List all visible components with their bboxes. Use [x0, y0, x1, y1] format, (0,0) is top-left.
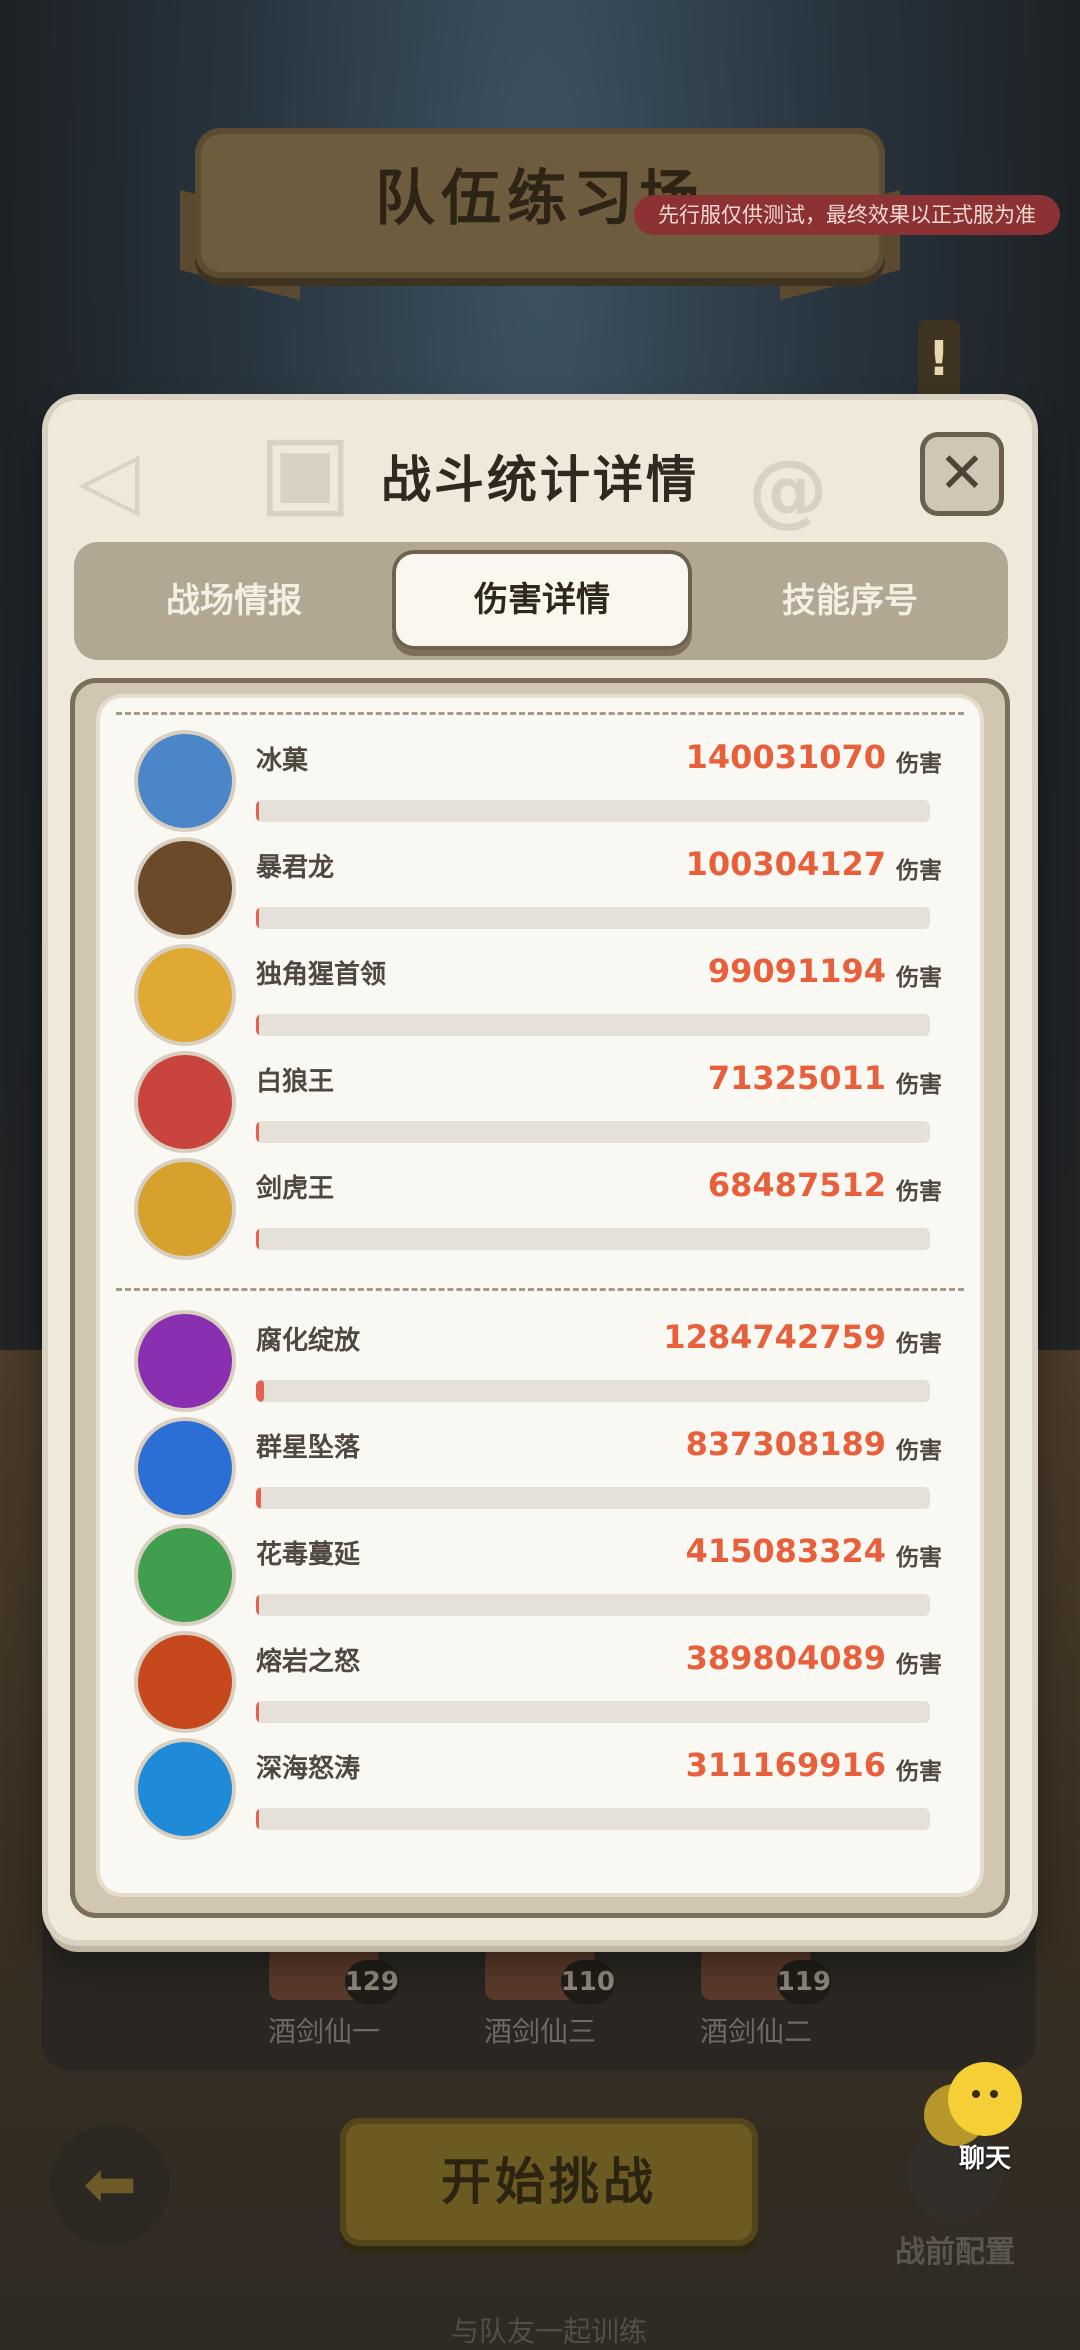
- damage-value: 837308189: [685, 1425, 886, 1463]
- damage-value: 389804089: [685, 1639, 886, 1677]
- section-divider: [116, 712, 964, 715]
- battle-stats-modal: ◁ ▣ @ 战斗统计详情 ✕ 战场情报 伤害详情 技能序号 冰菓 14003107…: [48, 400, 1032, 1940]
- skill-name: 花毒蔓延: [256, 1540, 361, 1570]
- tab-skill-order[interactable]: 技能序号: [700, 542, 1000, 660]
- tab-battlefield-intel[interactable]: 战场情报: [84, 542, 384, 660]
- unit-name: 独角猩首领: [256, 960, 387, 990]
- damage-share-fill: [256, 1228, 259, 1250]
- damage-unit-label: 伤害: [896, 1545, 942, 1571]
- damage-share-fill: [256, 1808, 259, 1830]
- white-wolf-avatar: [138, 1055, 232, 1149]
- damage-value: 415083324: [685, 1532, 886, 1570]
- blue-seal-avatar: [138, 734, 232, 828]
- flower-poison-icon: [138, 1528, 232, 1622]
- damage-unit-label: 伤害: [896, 1331, 942, 1357]
- stats-tabs: 战场情报 伤害详情 技能序号: [74, 542, 1008, 660]
- damage-unit-label: 伤害: [896, 1179, 942, 1205]
- close-button[interactable]: ✕: [920, 432, 1004, 516]
- damage-share-bar: [256, 1594, 930, 1616]
- damage-share-fill: [256, 1014, 259, 1036]
- damage-list[interactable]: 冰菓 140031070 伤害 暴君龙 100304127 伤害 独角猩首领 99091194…: [100, 698, 980, 1893]
- start-challenge-button[interactable]: 开始挑战: [340, 2118, 758, 2246]
- damage-share-fill: [256, 1380, 265, 1402]
- damage-list-frame: 冰菓 140031070 伤害 暴君龙 100304127 伤害 独角猩首领 99091194…: [70, 678, 1010, 1918]
- damage-share-bar: [256, 1808, 930, 1830]
- damage-unit-label: 伤害: [896, 965, 942, 991]
- skill-name: 熔岩之怒: [256, 1647, 361, 1677]
- unit-name: 暴君龙: [256, 853, 335, 883]
- damage-share-bar: [256, 1380, 930, 1402]
- unit-damage-row[interactable]: 暴君龙 100304127 伤害: [100, 841, 980, 945]
- damage-share-fill: [256, 1701, 259, 1723]
- close-icon: ✕: [938, 441, 986, 506]
- chat-bubble-icon: [948, 2062, 1022, 2136]
- unicorn-ape-avatar: [138, 948, 232, 1042]
- chat-label: 聊天: [958, 2144, 1011, 2174]
- damage-share-bar: [256, 800, 930, 822]
- damage-share-fill: [256, 1121, 259, 1143]
- corruption-bloom-icon: [138, 1314, 232, 1408]
- damage-share-bar: [256, 1487, 930, 1509]
- section-divider: [116, 1288, 964, 1291]
- unit-damage-row[interactable]: 独角猩首领 99091194 伤害: [100, 948, 980, 1052]
- back-arrow-icon: ⬅: [83, 2148, 137, 2222]
- train-with-teammates-hint: 与队友一起训练: [450, 2315, 647, 2348]
- skill-damage-row[interactable]: 花毒蔓延 415083324 伤害: [100, 1528, 980, 1632]
- damage-unit-label: 伤害: [896, 1438, 942, 1464]
- unit-name: 白狼王: [256, 1067, 335, 1097]
- skill-name: 深海怒涛: [256, 1754, 361, 1784]
- lava-fury-icon: [138, 1635, 232, 1729]
- team-member-name: 酒剑仙三: [483, 2015, 596, 2048]
- damage-share-bar: [256, 907, 930, 929]
- damage-value: 1284742759: [663, 1318, 886, 1356]
- damage-share-bar: [256, 1014, 930, 1036]
- damage-unit-label: 伤害: [896, 1652, 942, 1678]
- damage-share-fill: [256, 907, 259, 929]
- saber-tiger-avatar: [138, 1162, 232, 1256]
- damage-unit-label: 伤害: [896, 1072, 942, 1098]
- team-member-level: 129: [344, 1960, 399, 2004]
- damage-unit-label: 伤害: [896, 751, 942, 777]
- modal-title: 战斗统计详情: [381, 451, 699, 509]
- damage-value: 311169916: [685, 1746, 886, 1784]
- tab-damage-details[interactable]: 伤害详情: [392, 550, 692, 650]
- skill-damage-row[interactable]: 深海怒涛 311169916 伤害: [100, 1742, 980, 1846]
- damage-value: 140031070: [685, 738, 886, 776]
- unit-name: 剑虎王: [256, 1174, 335, 1204]
- skill-damage-row[interactable]: 熔岩之怒 389804089 伤害: [100, 1635, 980, 1739]
- damage-share-bar: [256, 1701, 930, 1723]
- pre-battle-config-label: 战前配置: [895, 2235, 1015, 2270]
- damage-unit-label: 伤害: [896, 1759, 942, 1785]
- unit-damage-row[interactable]: 白狼王 71325011 伤害: [100, 1055, 980, 1159]
- damage-share-fill: [256, 800, 259, 822]
- damage-value: 68487512: [707, 1166, 886, 1204]
- team-member-level: 110: [560, 1960, 615, 2004]
- team-member-level: 119: [776, 1960, 831, 2004]
- team-member-name: 酒剑仙一: [267, 2015, 380, 2048]
- chat-button[interactable]: 聊天: [930, 2062, 1040, 2175]
- damage-share-bar: [256, 1121, 930, 1143]
- team-member-name: 酒剑仙二: [699, 2015, 812, 2048]
- test-server-notice: 先行服仅供测试，最终效果以正式服为准: [634, 195, 1060, 235]
- damage-share-bar: [256, 1228, 930, 1250]
- skill-name: 腐化绽放: [256, 1326, 361, 1356]
- unit-damage-row[interactable]: 冰菓 140031070 伤害: [100, 734, 980, 838]
- falling-stars-icon: [138, 1421, 232, 1515]
- damage-unit-label: 伤害: [896, 858, 942, 884]
- skill-damage-row[interactable]: 腐化绽放 1284742759 伤害: [100, 1314, 980, 1418]
- tyrant-dragon-avatar: [138, 841, 232, 935]
- unit-name: 冰菓: [256, 746, 309, 776]
- damage-share-fill: [256, 1594, 259, 1616]
- skill-damage-row[interactable]: 群星坠落 837308189 伤害: [100, 1421, 980, 1525]
- deep-sea-wave-icon: [138, 1742, 232, 1836]
- damage-value: 71325011: [707, 1059, 886, 1097]
- damage-value: 100304127: [685, 845, 886, 883]
- damage-value: 99091194: [707, 952, 886, 990]
- skill-name: 群星坠落: [256, 1433, 361, 1463]
- damage-share-fill: [256, 1487, 262, 1509]
- exclamation-sign-icon: !: [918, 320, 960, 398]
- unit-damage-row[interactable]: 剑虎王 68487512 伤害: [100, 1162, 980, 1266]
- back-button[interactable]: ⬅: [50, 2125, 170, 2245]
